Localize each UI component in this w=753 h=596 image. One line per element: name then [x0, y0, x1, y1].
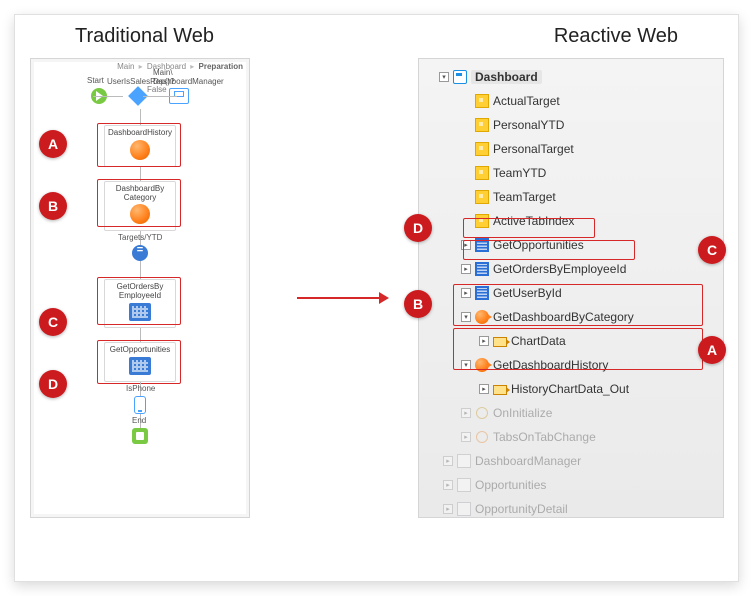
tree-item[interactable]: DashboardManager	[475, 454, 581, 468]
card-frame: Traditional Web Reactive Web Main ▸ Dash…	[14, 14, 739, 582]
traditional-panel: Main ▸ Dashboard ▸ Preparation Start	[15, 58, 265, 538]
badge-b: B	[39, 192, 67, 220]
expander-icon[interactable]	[443, 480, 453, 490]
tree-item[interactable]: OnInitialize	[493, 406, 552, 420]
title-right: Reactive Web	[554, 25, 678, 48]
title-left: Traditional Web	[75, 25, 214, 48]
output-icon	[493, 385, 507, 395]
expander-icon[interactable]	[461, 360, 471, 370]
tree-item[interactable]: ChartData	[511, 334, 566, 348]
output-icon	[493, 337, 507, 347]
tree-item[interactable]: TeamTarget	[493, 190, 556, 204]
phone-node-icon	[134, 396, 146, 414]
variable-icon	[475, 166, 489, 180]
tree-item[interactable]: ActiveTabIndex	[493, 214, 574, 228]
flow-label: IsPhone	[126, 384, 155, 393]
expander-icon[interactable]	[479, 384, 489, 394]
expander-icon[interactable]	[461, 408, 471, 418]
flow-label: Main\	[153, 68, 173, 77]
tree-item[interactable]: PersonalTarget	[493, 142, 574, 156]
tree-item[interactable]: GetOpportunities	[493, 238, 584, 252]
variable-icon	[475, 94, 489, 108]
tree-item[interactable]: GetDashboardByCategory	[493, 310, 634, 324]
expander-icon[interactable]	[461, 240, 471, 250]
variable-icon	[475, 142, 489, 156]
assign-node	[132, 245, 148, 261]
flow-label: Targets/YTD	[118, 233, 162, 242]
block-icon	[457, 478, 471, 492]
data-action-icon	[475, 358, 489, 372]
badge-d: D	[39, 370, 67, 398]
end-node	[132, 428, 148, 444]
expander-icon[interactable]	[461, 288, 471, 298]
aggregate-icon	[475, 238, 489, 252]
badge-a: A	[39, 130, 67, 158]
expander-icon[interactable]	[439, 72, 449, 82]
transform-arrow-icon	[297, 297, 387, 299]
tree-item[interactable]: Opportunities	[475, 478, 546, 492]
expander-icon[interactable]	[461, 264, 471, 274]
tree-item[interactable]: HistoryChartData_Out	[511, 382, 629, 396]
tree-item[interactable]: GetDashboardHistory	[493, 358, 608, 372]
flow-editor: Main ▸ Dashboard ▸ Preparation Start	[30, 58, 250, 518]
expander-icon[interactable]	[461, 312, 471, 322]
false-branch-label: False	[147, 85, 167, 94]
block-icon	[457, 454, 471, 468]
flow-label: Start	[87, 76, 104, 85]
tree-item[interactable]: TabsOnTabChange	[493, 430, 596, 444]
tree-item[interactable]: PersonalYTD	[493, 118, 564, 132]
tree-item[interactable]: ActualTarget	[493, 94, 560, 108]
badge-d: D	[404, 214, 432, 242]
variable-icon	[475, 118, 489, 132]
reactive-panel: Dashboard ActualTarget PersonalYTD Perso…	[418, 58, 738, 538]
expander-icon[interactable]	[461, 432, 471, 442]
tree-root[interactable]: Dashboard	[471, 70, 542, 84]
breadcrumb-item[interactable]: Main	[117, 62, 134, 71]
badge-c: C	[698, 236, 726, 264]
aggregate-icon	[475, 286, 489, 300]
tree-item[interactable]: GetOrdersByEmployeeId	[493, 262, 626, 276]
tree-item[interactable]: OpportunityDetail	[475, 502, 568, 516]
expander-icon[interactable]	[479, 336, 489, 346]
flow-label: End	[132, 416, 146, 425]
data-action-icon	[475, 310, 489, 324]
client-action-icon	[476, 431, 488, 443]
element-tree: Dashboard ActualTarget PersonalYTD Perso…	[418, 58, 724, 518]
expander-icon[interactable]	[443, 504, 453, 514]
variable-icon	[475, 214, 489, 228]
variable-icon	[475, 190, 489, 204]
badge-b: B	[404, 290, 432, 318]
badge-a: A	[698, 336, 726, 364]
screen-icon	[453, 70, 467, 84]
badge-c: C	[39, 308, 67, 336]
diagram-canvas: Traditional Web Reactive Web Main ▸ Dash…	[0, 0, 753, 596]
client-action-icon	[476, 407, 488, 419]
aggregate-icon	[475, 262, 489, 276]
block-icon	[457, 502, 471, 516]
tree-item[interactable]: GetUserById	[493, 286, 562, 300]
tree-item[interactable]: TeamYTD	[493, 166, 546, 180]
expander-icon[interactable]	[443, 456, 453, 466]
